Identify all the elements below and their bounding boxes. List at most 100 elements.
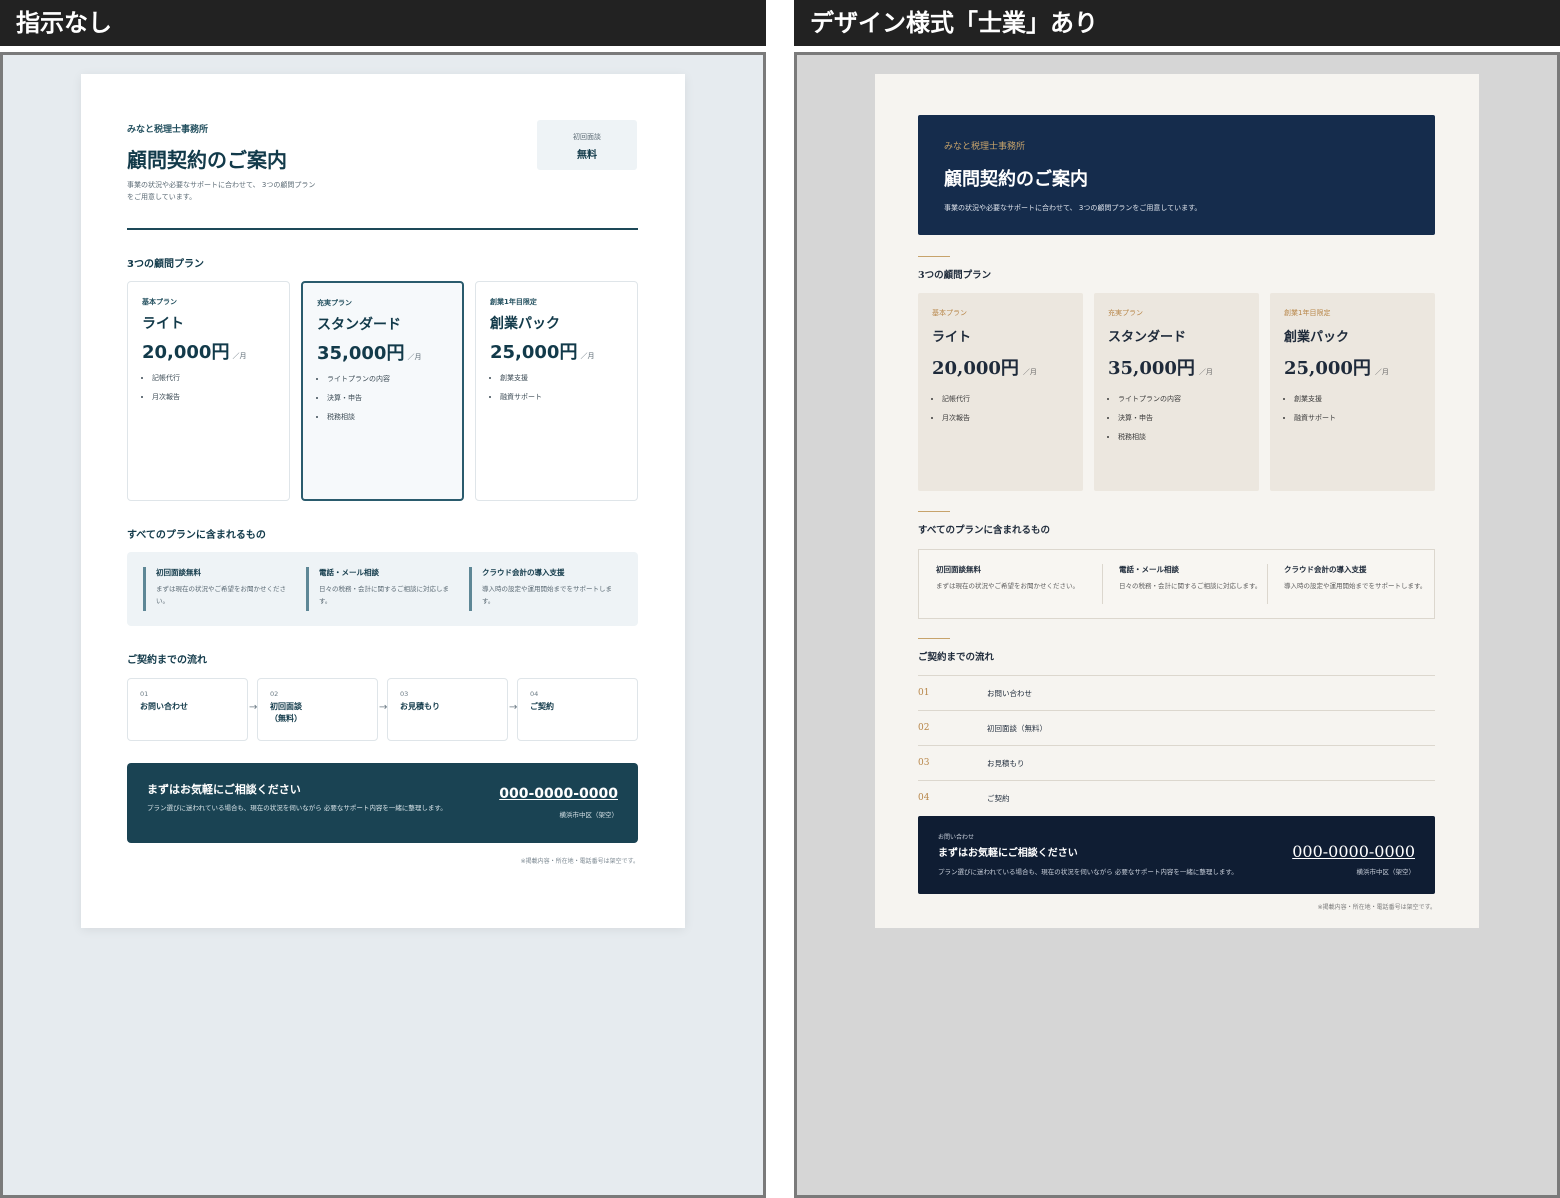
plan-tag: 基本プラン [932, 309, 967, 317]
step-number: 01 [918, 688, 930, 698]
cta-heading: まずはお気軽にご相談ください [938, 848, 1078, 859]
feature-list: 記帳代行 月次報告 [152, 373, 180, 411]
price-unit: ／月 [407, 353, 422, 361]
cta-kicker: お問い合わせ [938, 834, 975, 841]
included-title: 初回面談無料 [156, 568, 201, 577]
plan-name: スタンダード [1108, 330, 1187, 345]
price-unit: ／月 [1374, 368, 1389, 376]
price-value: 25,000円 [1284, 358, 1371, 379]
step-label: 初回面談（無料） [987, 724, 1047, 733]
plan-price: 25,000円 ／月 [490, 338, 594, 364]
badge-value: 無料 [577, 150, 597, 161]
cta-desc: プラン選びに迷われている場合も、現在の状況を伺いながら 必要なサポート内容を一緒… [147, 804, 447, 812]
step-label: お見積もり [400, 702, 440, 711]
accent-line [918, 511, 950, 512]
feature-item: ライトプランの内容 [1118, 394, 1181, 404]
included-title: 電話・メール相談 [319, 568, 379, 577]
flow-step: 04 ご契約 [517, 678, 638, 741]
flow-step: 02 初回面談（無料） [257, 678, 378, 741]
plan-price: 35,000円 ／月 [317, 339, 421, 365]
step-number: 04 [530, 690, 539, 698]
plan-tag: 創業1年目限定 [490, 298, 537, 306]
included-title: 初回面談無料 [936, 565, 981, 574]
document-sheet: みなと税理士事務所 顧問契約のご案内 事業の状況や必要なサポートに合わせて、 3… [875, 74, 1479, 928]
included-title: クラウド会計の導入支援 [482, 568, 565, 577]
step-label: ご契約 [530, 702, 554, 711]
feature-item: 記帳代行 [942, 394, 970, 404]
feature-list: ライトプランの内容 決算・申告 税務相談 [1118, 394, 1181, 451]
badge-label: 初回面談 [573, 133, 601, 141]
plan-name: ライト [142, 316, 184, 332]
flow-step: 01 お問い合わせ [127, 678, 248, 741]
office-name: みなと税理士事務所 [944, 142, 1026, 152]
feature-item: 月次報告 [152, 392, 180, 402]
included-title: クラウド会計の導入支援 [1284, 565, 1367, 574]
flow-step: 03 お見積もり [387, 678, 508, 741]
price-value: 35,000円 [317, 343, 405, 364]
feature-list: 創業支援 融資サポート [500, 373, 542, 411]
plan-card-startup: 創業1年目限定 創業パック 25,000円／月 創業支援 融資サポート [1270, 293, 1435, 491]
included-heading: すべてのプランに含まれるもの [918, 525, 1050, 536]
document-sheet: みなと税理士事務所 顧問契約のご案内 事業の状況や必要なサポートに合わせて、 3… [81, 74, 685, 928]
feature-item: 税務相談 [327, 412, 390, 422]
price-unit: ／月 [232, 352, 247, 360]
price-unit: ／月 [1022, 368, 1037, 376]
feature-item: 創業支援 [1294, 394, 1336, 404]
included-desc: まずは現在の状況やご希望をお聞かせください。 [936, 582, 1079, 590]
plan-price: 20,000円 ／月 [142, 338, 246, 364]
feature-item: 融資サポート [500, 392, 542, 402]
hero-header: みなと税理士事務所 顧問契約のご案内 事業の状況や必要なサポートに合わせて、 3… [918, 115, 1435, 235]
step-number: 03 [400, 690, 409, 698]
feature-list: 創業支援 融資サポート [1294, 394, 1336, 432]
panel-label: デザイン様式「士業」あり [794, 0, 1560, 46]
step-label: お問い合わせ [140, 702, 188, 711]
plan-name: 創業パック [490, 316, 560, 332]
page-title: 顧問契約のご案内 [127, 148, 287, 172]
included-title: 電話・メール相談 [1119, 565, 1179, 574]
price-unit: ／月 [1198, 368, 1213, 376]
lead-text: 事業の状況や必要なサポートに合わせて、 3つの顧問プランをご用意しています。 [127, 181, 316, 201]
plan-name: スタンダード [317, 317, 401, 333]
plan-name: 創業パック [1284, 330, 1350, 345]
included-item: 電話・メール相談 日々の税務・会計に関するご相談に対応します。 [306, 567, 454, 611]
flow-row: 04 ご契約 [918, 780, 1435, 815]
feature-item: 融資サポート [1294, 413, 1336, 423]
cta-heading: まずはお気軽にご相談ください [147, 783, 301, 796]
step-label: お問い合わせ [987, 689, 1032, 698]
included-desc: まずは現在の状況やご希望をお聞かせください。 [156, 585, 286, 605]
preview-frame: みなと税理士事務所 顧問契約のご案内 事業の状況や必要なサポートに合わせて、 3… [0, 52, 766, 1198]
footnote: ※掲載内容・所在地・電話番号は架空です。 [1317, 904, 1436, 911]
feature-item: 決算・申告 [327, 393, 390, 403]
included-desc: 導入時の設定や運用開始までをサポートします。 [482, 585, 612, 605]
phone-link[interactable]: 000-0000-0000 [499, 786, 618, 802]
flow-row: 03 お見積もり [918, 745, 1435, 780]
plan-tag: 充実プラン [317, 299, 352, 307]
step-number: 01 [140, 690, 149, 698]
included-item: 初回面談無料 まずは現在の状況やご希望をお聞かせください。 [920, 564, 1080, 604]
footnote: ※掲載内容・所在地・電話番号は架空です。 [520, 858, 639, 865]
plan-tag: 基本プラン [142, 298, 177, 306]
flow-heading: ご契約までの流れ [918, 652, 995, 663]
plans-heading: 3つの顧問プラン [918, 270, 992, 281]
preview-frame: みなと税理士事務所 顧問契約のご案内 事業の状況や必要なサポートに合わせて、 3… [794, 52, 1560, 1198]
contact-banner: まずはお気軽にご相談ください プラン選びに迷われている場合も、現在の状況を伺いな… [127, 763, 638, 843]
included-item: 初回面談無料 まずは現在の状況やご希望をお聞かせください。 [143, 567, 291, 611]
accent-line [918, 638, 950, 639]
flow-row: 01 お問い合わせ [918, 675, 1435, 710]
plan-card-standard: 充実プラン スタンダード 35,000円／月 ライトプランの内容 決算・申告 税… [301, 281, 464, 501]
step-label: 初回面談（無料） [270, 702, 302, 723]
feature-list: 記帳代行 月次報告 [942, 394, 970, 432]
lead-text: 事業の状況や必要なサポートに合わせて、 3つの顧問プランをご用意しています。 [944, 204, 1202, 212]
step-number: 03 [918, 758, 930, 768]
cta-desc: プラン選びに迷われている場合も、現在の状況を伺いながら 必要なサポート内容を一緒… [938, 868, 1238, 876]
plan-card-light: 基本プラン ライト 20,000円／月 記帳代行 月次報告 [127, 281, 290, 501]
included-desc: 導入時の設定や運用開始までをサポートします。 [1284, 582, 1427, 590]
plan-price: 25,000円 ／月 [1284, 354, 1389, 380]
plan-price: 35,000円 ／月 [1108, 354, 1213, 380]
plan-card-startup: 創業1年目限定 創業パック 25,000円／月 創業支援 融資サポート [475, 281, 638, 501]
plans-heading: 3つの顧問プラン [127, 259, 204, 270]
included-box: 初回面談無料 まずは現在の状況やご希望をお聞かせください。 電話・メール相談 日… [918, 549, 1435, 619]
phone-link[interactable]: 000-0000-0000 [1292, 842, 1415, 861]
comparison-panel-right: デザイン様式「士業」あり みなと税理士事務所 顧問契約のご案内 事業の状況や必要… [794, 0, 1560, 1198]
step-label: お見積もり [987, 759, 1025, 768]
